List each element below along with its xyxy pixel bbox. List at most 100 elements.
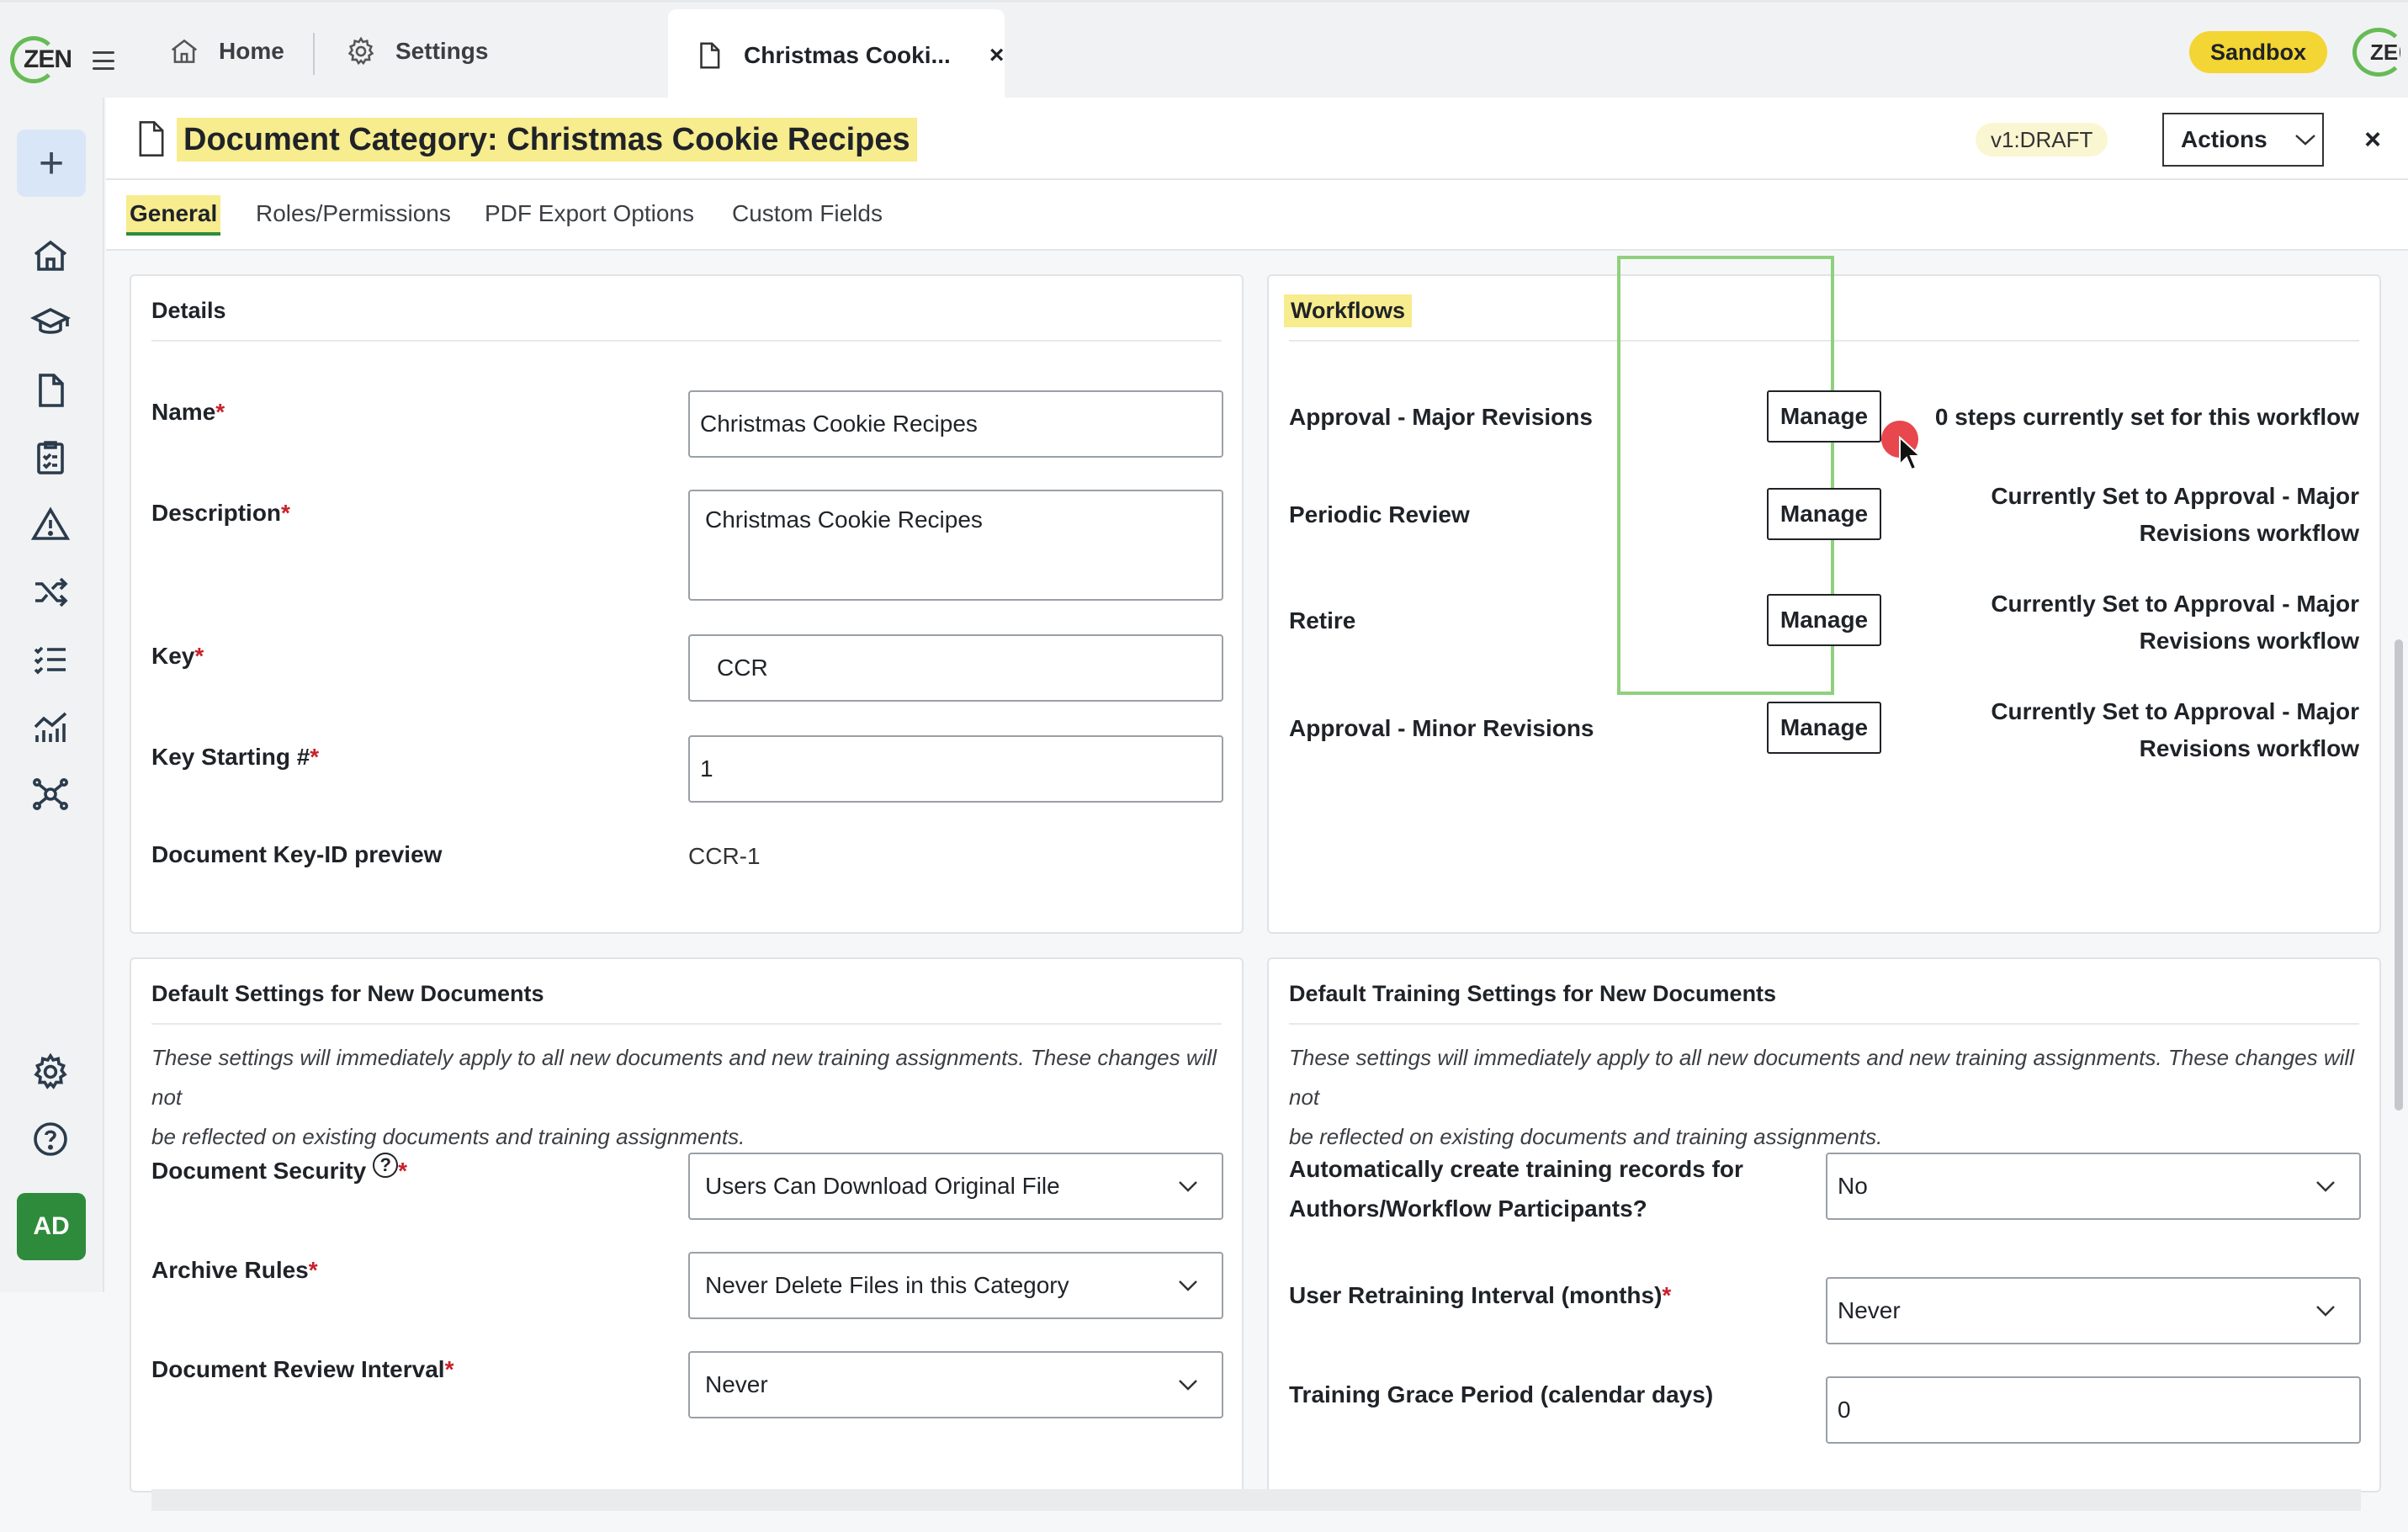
nav-warning-icon[interactable] — [29, 503, 72, 547]
review-interval-select[interactable]: Never — [688, 1351, 1223, 1418]
nav-settings-icon[interactable] — [29, 1050, 72, 1094]
page-title: Document Category: Christmas Cookie Reci… — [177, 118, 917, 162]
default-settings-title: Default Settings for New Documents — [151, 981, 544, 1006]
default-settings-note: These settings will immediately apply to… — [151, 1045, 1217, 1149]
document-security-select[interactable]: Users Can Download Original File — [688, 1153, 1223, 1220]
archive-rules-value: Never Delete Files in this Category — [705, 1272, 1069, 1298]
gear-icon — [347, 36, 374, 66]
workflow-desc-major: 0 steps currently set for this workflow — [1934, 404, 2359, 430]
manage-approval-minor-button[interactable]: Manage — [1767, 702, 1881, 754]
footer-strip — [151, 1489, 2361, 1511]
retraining-interval-select[interactable]: Never — [1826, 1277, 2361, 1344]
key-starting-label: Key Starting #* — [151, 744, 320, 770]
help-icon[interactable]: ? — [373, 1153, 399, 1178]
tab-settings[interactable]: Settings — [345, 3, 488, 100]
nav-shuffle-icon[interactable] — [29, 570, 72, 614]
nav-documents-icon[interactable] — [29, 368, 72, 412]
zen-logo[interactable]: ZEN — [7, 36, 74, 83]
tab-pdf-export-options[interactable]: PDF Export Options — [481, 195, 697, 232]
document-icon — [139, 120, 164, 157]
review-interval-value: Never — [705, 1371, 768, 1397]
document-icon — [700, 42, 720, 69]
chevron-down-icon — [2294, 135, 2315, 146]
key-label: Key* — [151, 643, 204, 669]
workflow-name-major: Approval - Major Revisions — [1289, 404, 1593, 430]
archive-rules-label: Archive Rules* — [151, 1257, 318, 1283]
grace-period-input[interactable]: 0 — [1826, 1376, 2361, 1444]
chevron-down-icon — [1179, 1181, 1197, 1192]
tab-custom-fields[interactable]: Custom Fields — [729, 195, 886, 232]
chevron-down-icon — [1179, 1380, 1197, 1391]
key-id-preview-value: CCR-1 — [688, 843, 761, 869]
description-textarea[interactable]: Christmas Cookie Recipes — [688, 490, 1223, 601]
tab-home-label: Home — [219, 38, 284, 64]
tab-roles-permissions[interactable]: Roles/Permissions — [252, 195, 454, 232]
user-avatar[interactable]: AD — [17, 1193, 86, 1260]
close-tab-icon[interactable]: × — [989, 41, 1005, 70]
actions-label: Actions — [2181, 126, 2267, 152]
manage-approval-major-button[interactable]: Manage — [1767, 390, 1881, 443]
document-security-label: Document Security? * — [151, 1153, 408, 1184]
sandbox-badge: Sandbox — [2189, 31, 2327, 73]
key-id-preview-label: Document Key-ID preview — [151, 841, 443, 867]
key-input[interactable]: CCR — [688, 634, 1223, 702]
nav-help-icon[interactable] — [29, 1117, 72, 1161]
workflow-name-minor: Approval - Minor Revisions — [1289, 715, 1594, 741]
actions-dropdown[interactable]: Actions — [2162, 113, 2324, 167]
tab-general[interactable]: General — [126, 195, 221, 236]
retraining-interval-value: Never — [1838, 1297, 1901, 1323]
close-icon[interactable]: × — [2354, 121, 2391, 158]
divider — [151, 1023, 1222, 1025]
top-bar: ZEN Home Settings Christmas Cooki... × S… — [0, 0, 2408, 102]
sub-tabs: General Roles/Permissions PDF Export Opt… — [106, 180, 2408, 251]
divider — [1289, 1023, 2359, 1025]
name-label: Name* — [151, 399, 225, 425]
scrollbar[interactable] — [2395, 639, 2403, 1111]
workflow-desc-minor: Currently Set to Approval - Major Revisio… — [1991, 698, 2359, 761]
nav-checklist-icon[interactable] — [29, 436, 72, 480]
training-settings-note: These settings will immediately apply to… — [1289, 1045, 2354, 1149]
auto-training-label: Automatically create training records fo… — [1289, 1156, 1743, 1222]
auto-training-select[interactable]: No — [1826, 1153, 2361, 1220]
chevron-down-icon — [2316, 1181, 2335, 1192]
mouse-cursor-icon — [1899, 436, 1922, 471]
tab-divider — [313, 33, 315, 75]
tab-active-label: Christmas Cooki... — [744, 42, 951, 68]
home-icon — [171, 39, 198, 63]
manage-periodic-review-button[interactable]: Manage — [1767, 488, 1881, 540]
nav-home-icon[interactable] — [29, 234, 72, 278]
tab-home[interactable]: Home — [168, 3, 284, 100]
chevron-down-icon — [2316, 1306, 2335, 1317]
retraining-interval-label: User Retraining Interval (months)* — [1289, 1282, 1672, 1308]
nav-network-icon[interactable] — [29, 772, 72, 816]
name-input[interactable]: Christmas Cookie Recipes — [688, 390, 1223, 458]
nav-analytics-icon[interactable] — [29, 705, 72, 749]
training-settings-title: Default Training Settings for New Docume… — [1289, 981, 1777, 1006]
add-button[interactable]: + — [17, 130, 86, 197]
logo-text: ZEN — [24, 45, 72, 73]
workflow-name-periodic: Periodic Review — [1289, 501, 1470, 527]
archive-rules-select[interactable]: Never Delete Files in this Category — [688, 1252, 1223, 1319]
version-badge: v1:DRAFT — [1976, 123, 2108, 156]
key-starting-input[interactable]: 1 — [688, 735, 1223, 803]
training-settings-card: Default Training Settings for New Docume… — [1267, 957, 2381, 1492]
default-settings-card: Default Settings for New Documents These… — [130, 957, 1244, 1492]
workflow-desc-retire: Currently Set to Approval - Major Revisio… — [1991, 591, 2359, 654]
grace-period-label: Training Grace Period (calendar days) — [1289, 1381, 1714, 1407]
details-title: Details — [151, 298, 226, 323]
workflow-name-retire: Retire — [1289, 607, 1356, 633]
document-security-value: Users Can Download Original File — [705, 1173, 1060, 1199]
menu-icon[interactable] — [93, 51, 114, 70]
org-logo: ZEN — [2352, 28, 2405, 77]
chevron-down-icon — [1179, 1280, 1197, 1291]
left-nav: + AD — [0, 98, 104, 1292]
review-interval-label: Document Review Interval* — [151, 1356, 454, 1382]
manage-retire-button[interactable]: Manage — [1767, 594, 1881, 646]
description-label: Description* — [151, 500, 290, 526]
workflow-desc-periodic: Currently Set to Approval - Major Revisio… — [1991, 483, 2359, 546]
divider — [151, 340, 1222, 342]
tab-christmas-cookie-recipes[interactable]: Christmas Cooki... × — [668, 9, 1005, 102]
nav-tasks-icon[interactable] — [29, 638, 72, 681]
tab-settings-label: Settings — [395, 38, 489, 64]
nav-training-icon[interactable] — [29, 301, 72, 345]
